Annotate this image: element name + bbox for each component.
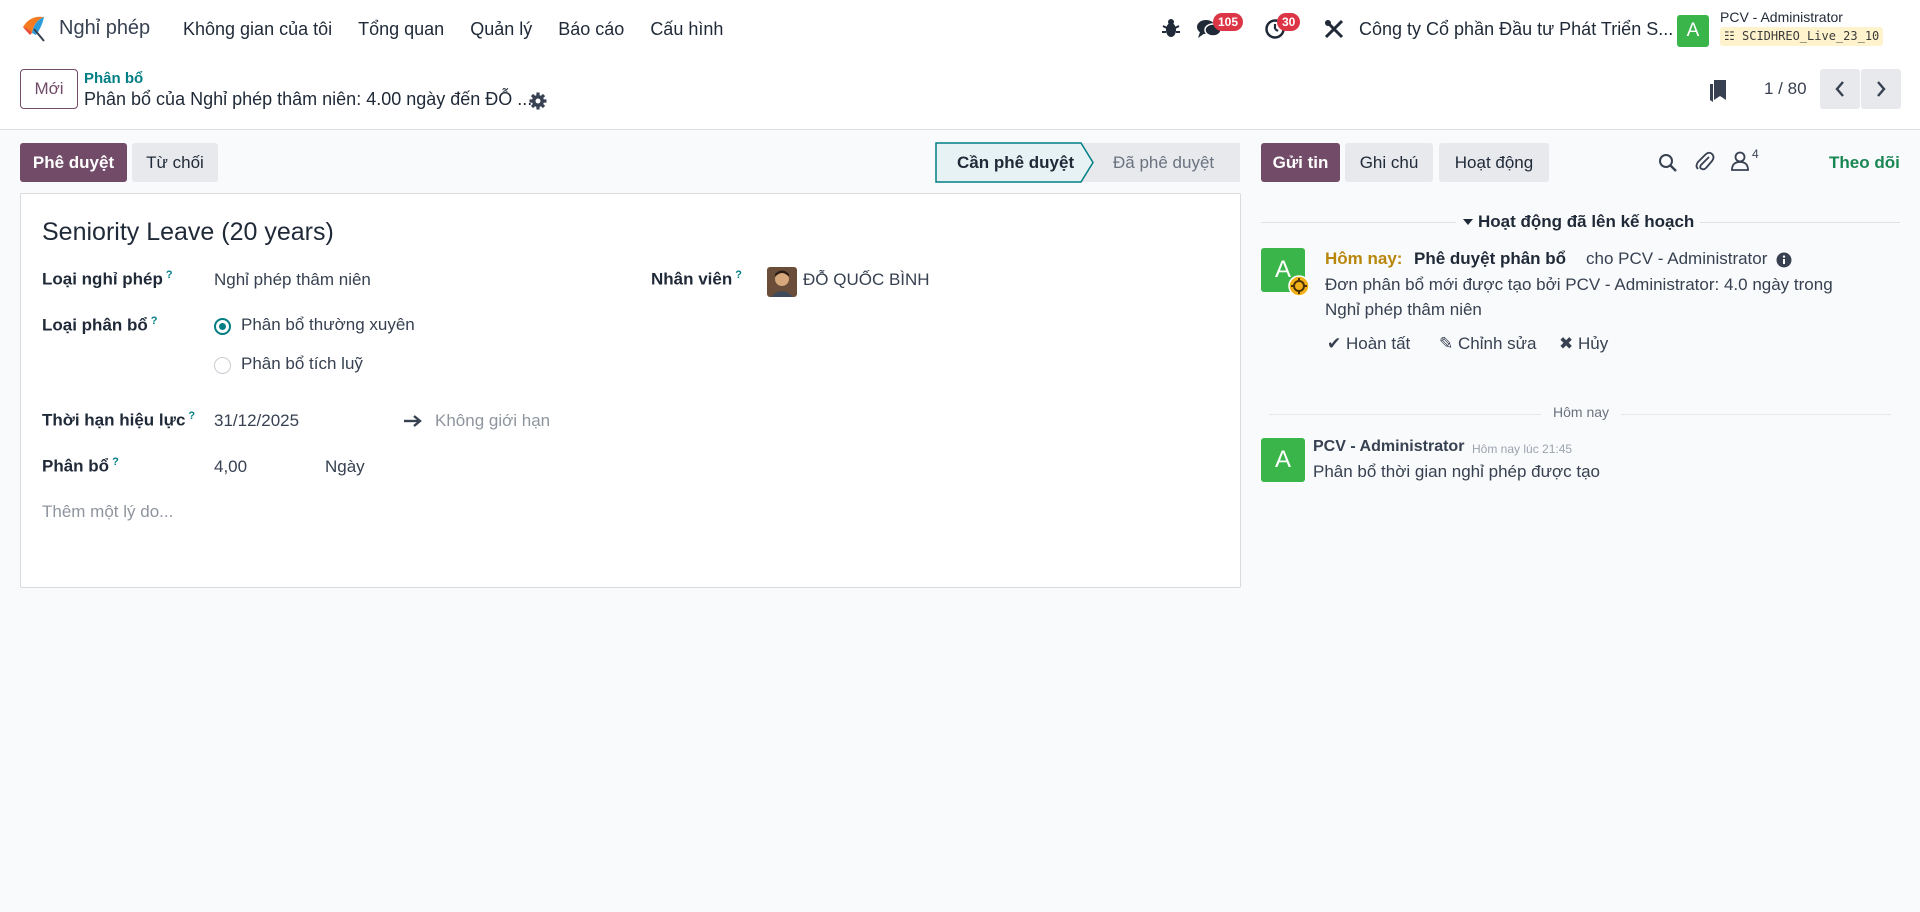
pager-previous-button[interactable] — [1820, 69, 1860, 109]
info-icon[interactable] — [1776, 252, 1792, 268]
help-tooltip-icon[interactable]: ? — [735, 269, 742, 281]
accrual-allocation-label[interactable]: Phân bổ tích luỹ — [241, 354, 363, 374]
paperclip-icon[interactable] — [1695, 151, 1715, 173]
allocation-unit: Ngày — [325, 457, 365, 476]
stage-to-approve[interactable]: Cần phê duyệt — [957, 153, 1074, 173]
send-message-button[interactable]: Gửi tin — [1261, 143, 1340, 182]
user-name[interactable]: PCV - Administrator — [1720, 9, 1843, 25]
validity-label: Thời hạn hiệu lực? — [42, 410, 195, 431]
tools-icon[interactable] — [1323, 18, 1345, 40]
activity-assignee: cho PCV - Administrator — [1586, 249, 1768, 268]
chevron-left-icon — [1835, 81, 1844, 97]
bookmark-icon[interactable] — [1707, 78, 1729, 104]
activity-summary: Phê duyệt phân bổ — [1414, 249, 1567, 268]
messages-badge: 105 — [1213, 13, 1244, 31]
leave-type-label-text: Loại nghỉ phép — [42, 269, 163, 289]
menu-configuration[interactable]: Cấu hình — [650, 19, 723, 40]
followers-count: 4 — [1752, 147, 1759, 161]
activities-badge: 30 — [1277, 13, 1301, 31]
edit-activity-label: Chỉnh sửa — [1457, 334, 1537, 353]
mark-done-button[interactable]: ✔ Hoàn tất — [1327, 334, 1410, 354]
mark-done-label: Hoàn tất — [1345, 334, 1411, 353]
cancel-activity-button[interactable]: ✖ Hủy — [1559, 334, 1608, 354]
message-avatar[interactable]: A — [1261, 438, 1305, 482]
stage-bar: Cần phê duyệt Đã phê duyệt — [935, 142, 1241, 183]
breadcrumb-parent[interactable]: Phân bổ — [84, 70, 143, 87]
allocation-days-field[interactable]: 4,00 — [214, 457, 247, 477]
app-name[interactable]: Nghỉ phép — [59, 17, 150, 40]
user-avatar[interactable]: A — [1677, 15, 1709, 47]
allocation-type-label-text: Loại phân bổ — [42, 315, 148, 335]
database-icon: ☷ — [1724, 29, 1735, 43]
message-author[interactable]: PCV - Administrator — [1313, 438, 1464, 456]
check-icon: ✔ — [1327, 334, 1342, 353]
employee-label: Nhân viên? — [651, 269, 742, 290]
form-sheet: Seniority Leave (20 years) Loại nghỉ phé… — [20, 193, 1241, 588]
validity-label-text: Thời hạn hiệu lực — [42, 410, 186, 430]
chevron-right-icon — [1877, 81, 1886, 97]
approve-button[interactable]: Phê duyệt — [20, 143, 127, 182]
database-name: ☷ SCIDHREO_Live_23_10 — [1720, 27, 1884, 46]
caret-down-icon — [1463, 219, 1473, 225]
activity-when: Hôm nay: — [1325, 249, 1403, 268]
close-icon: ✖ — [1559, 334, 1574, 353]
radio-accrual-allocation[interactable] — [214, 357, 231, 374]
activity-note-line1: Đơn phân bổ mới được tạo bởi PCV - Admin… — [1325, 275, 1833, 294]
date-separator: Hôm nay — [1269, 404, 1891, 424]
pager-value[interactable]: 1 / 80 — [1764, 79, 1807, 99]
leave-type-label: Loại nghỉ phép? — [42, 269, 173, 290]
gear-icon[interactable] — [528, 91, 548, 111]
log-note-button[interactable]: Ghi chú — [1345, 143, 1433, 182]
planned-activities-title: Hoạt động đã lên kế hoạch — [1478, 212, 1695, 231]
edit-activity-button[interactable]: ✎ Chỉnh sửa — [1439, 334, 1536, 354]
followers-icon[interactable] — [1731, 151, 1749, 171]
stage-approved[interactable]: Đã phê duyệt — [1113, 153, 1214, 173]
employee-avatar — [767, 267, 797, 297]
allocation-label-text: Phân bổ — [42, 456, 110, 476]
allocation-type-label: Loại phân bổ? — [42, 315, 158, 336]
validity-end-field[interactable]: Không giới hạn — [435, 411, 550, 431]
date-separator-label: Hôm nay — [1541, 404, 1622, 420]
leave-app-logo-icon[interactable] — [20, 13, 50, 43]
help-tooltip-icon[interactable]: ? — [112, 456, 119, 468]
planned-activities-toggle[interactable]: Hoạt động đã lên kế hoạch — [1456, 212, 1701, 232]
pencil-icon: ✎ — [1439, 334, 1454, 353]
allocation-label: Phân bổ? — [42, 456, 119, 477]
validity-start-field[interactable]: 31/12/2025 — [214, 411, 299, 431]
leave-type-field[interactable]: Nghỉ phép thâm niên — [214, 270, 371, 290]
menu-reports[interactable]: Báo cáo — [558, 19, 624, 40]
activity-type-icon — [1288, 275, 1310, 297]
allocation-title[interactable]: Seniority Leave (20 years) — [42, 218, 334, 247]
help-tooltip-icon[interactable]: ? — [151, 315, 158, 327]
message-body: Phân bổ thời gian nghỉ phép được tạo — [1313, 462, 1600, 481]
pager-next-button[interactable] — [1861, 69, 1901, 109]
menu-overview[interactable]: Tổng quan — [358, 19, 444, 40]
company-switcher[interactable]: Công ty Cổ phần Đầu tư Phát Triển S... — [1359, 19, 1673, 40]
top-navbar: Nghỉ phép Không gian của tôi Tổng quan Q… — [0, 0, 1920, 58]
arrow-right-icon — [404, 415, 422, 427]
breadcrumb-current: Phân bổ của Nghỉ phép thâm niên: 4.00 ng… — [84, 89, 533, 109]
control-panel: Mới Phân bổ Phân bổ của Nghỉ phép thâm n… — [0, 58, 1920, 130]
cancel-activity-label: Hủy — [1577, 334, 1609, 353]
debug-bug-icon[interactable] — [1161, 17, 1181, 39]
main-menu: Không gian của tôi Tổng quan Quản lý Báo… — [183, 19, 749, 40]
database-label: SCIDHREO_Live_23_10 — [1742, 29, 1880, 43]
message-time: Hôm nay lúc 21:45 — [1472, 442, 1573, 456]
help-tooltip-icon[interactable]: ? — [188, 410, 195, 422]
menu-management[interactable]: Quản lý — [470, 19, 532, 40]
follow-button[interactable]: Theo dõi — [1829, 153, 1900, 173]
schedule-activity-button[interactable]: Hoạt động — [1439, 143, 1549, 182]
menu-my-space[interactable]: Không gian của tôi — [183, 19, 332, 40]
radio-regular-allocation[interactable] — [214, 318, 231, 335]
refuse-button[interactable]: Từ chối — [132, 143, 218, 182]
search-icon[interactable] — [1658, 153, 1678, 173]
activity-note-line2: Nghỉ phép thâm niên — [1325, 300, 1482, 319]
employee-field[interactable]: ĐỖ QUỐC BÌNH — [803, 270, 930, 290]
regular-allocation-label[interactable]: Phân bổ thường xuyên — [241, 315, 415, 335]
new-button[interactable]: Mới — [20, 69, 78, 109]
reason-field[interactable]: Thêm một lý do... — [42, 502, 173, 522]
employee-label-text: Nhân viên — [651, 269, 733, 289]
help-tooltip-icon[interactable]: ? — [166, 269, 173, 281]
